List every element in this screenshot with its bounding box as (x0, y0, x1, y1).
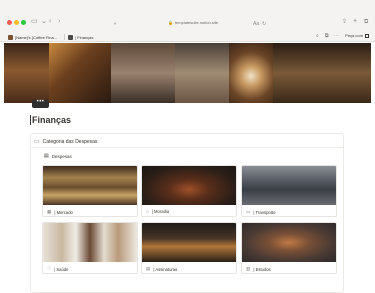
card-label: | Mercado (54, 209, 73, 215)
card-cover-image (242, 223, 336, 262)
divider (31, 147, 343, 148)
search-icon[interactable]: ⌕ (316, 33, 319, 39)
gallery-card-estudos[interactable]: ▥ | Estudos (241, 222, 337, 274)
share-label: Peça com (345, 33, 363, 38)
cover-latte-art-photo (229, 43, 273, 103)
coffee-favicon-icon (8, 34, 13, 40)
browser-toolbar: ▭ ⌄ ‹ › ◐ 🔒 templatesuite.notion.site Aa… (0, 0, 375, 42)
cover-coffee-shop-photo (4, 43, 49, 103)
view-label: Despesas (51, 153, 72, 159)
page-icon-button[interactable]: ••• (32, 99, 49, 108)
gallery-card-saude[interactable]: ♡ | Saúde (42, 222, 138, 274)
maximize-window-button[interactable] (21, 20, 26, 25)
share-icon[interactable]: ⇪ (342, 17, 347, 27)
duplicate-icon[interactable]: ⧉ (325, 33, 329, 39)
database-header[interactable]: ▭ Categoria das Despesas (34, 138, 98, 146)
tab-financas[interactable]: | Finanças (68, 33, 93, 41)
lock-icon: 🔒 (167, 20, 173, 25)
cover-coffee-machine-photo (175, 43, 229, 103)
text-cursor (30, 115, 31, 125)
more-options-icon[interactable]: ⋯ (334, 33, 339, 39)
gallery-card-assinaturas[interactable]: ▤ | Assinaturas (141, 222, 237, 274)
card-label: | Estudos (253, 266, 271, 272)
close-window-button[interactable] (7, 20, 12, 25)
address-bar[interactable]: 🔒 templatesuite.notion.site (120, 17, 266, 28)
reload-icon[interactable]: ↻ (262, 19, 266, 29)
notion-logo-icon (365, 33, 369, 38)
tab-overview-icon[interactable]: ⧉ (364, 17, 368, 27)
heart-icon: ♡ (47, 266, 52, 271)
receipt-icon: ▤ (146, 266, 151, 271)
card-cover-image (142, 223, 236, 262)
gallery-card-transporte[interactable]: ▭ | Transporte (241, 165, 337, 217)
gallery-card-mercado[interactable]: ▦ | Mercado (42, 165, 138, 217)
card-label: | Assinaturas (153, 266, 178, 272)
card-cover-image (43, 166, 137, 205)
gallery-card-moradia[interactable]: ⌂ | Moradia (141, 165, 237, 217)
tab-divider (64, 34, 65, 40)
database-title: Categoria das Despesas (42, 138, 98, 145)
card-cover-image (142, 166, 236, 205)
view-tab-despesas[interactable]: ▤ Despesas (44, 153, 72, 159)
book-icon: ▥ (246, 266, 251, 271)
share-button[interactable]: Peça com (345, 33, 369, 38)
cart-icon: ▦ (47, 209, 52, 214)
url-text: templatesuite.notion.site (174, 20, 219, 25)
translate-icon[interactable]: Aa (253, 19, 259, 29)
wallet-icon: ▭ (34, 139, 40, 145)
car-icon: ▭ (246, 209, 251, 214)
gallery-view-icon: ▤ (44, 153, 49, 159)
cover-cafe-street-photo (111, 43, 175, 103)
page-title-text: Finanças (32, 115, 72, 125)
forward-arrow-icon[interactable]: › (58, 17, 60, 27)
tab-label: | Finanças (75, 34, 94, 40)
cover-image (4, 43, 371, 103)
house-icon: ⌂ (146, 209, 149, 214)
new-tab-icon[interactable]: + (353, 17, 357, 27)
cover-cafe-interior-photo (273, 43, 371, 103)
chevron-down-icon[interactable]: ⌄ (41, 17, 47, 27)
card-cover-image (43, 223, 137, 262)
minimize-window-button[interactable] (14, 20, 19, 25)
card-label: | Saúde (54, 266, 69, 272)
back-arrow-icon[interactable]: ‹ (49, 17, 51, 27)
tab-coffee-finance[interactable]: [Name]'s {Coffee Fina... (8, 33, 57, 41)
card-cover-image (242, 166, 336, 205)
card-label: | Transporte (253, 209, 276, 215)
notion-favicon-icon (68, 34, 73, 40)
page-settings-icon[interactable]: ◐ (114, 19, 117, 29)
cover-cafe-bar-photo (49, 43, 111, 103)
card-label: | Moradia (151, 209, 170, 214)
page-title[interactable]: Finanças (30, 115, 71, 125)
tab-label: [Name]'s {Coffee Fina... (15, 34, 58, 40)
sidebar-toggle-icon[interactable]: ▭ (31, 17, 38, 27)
